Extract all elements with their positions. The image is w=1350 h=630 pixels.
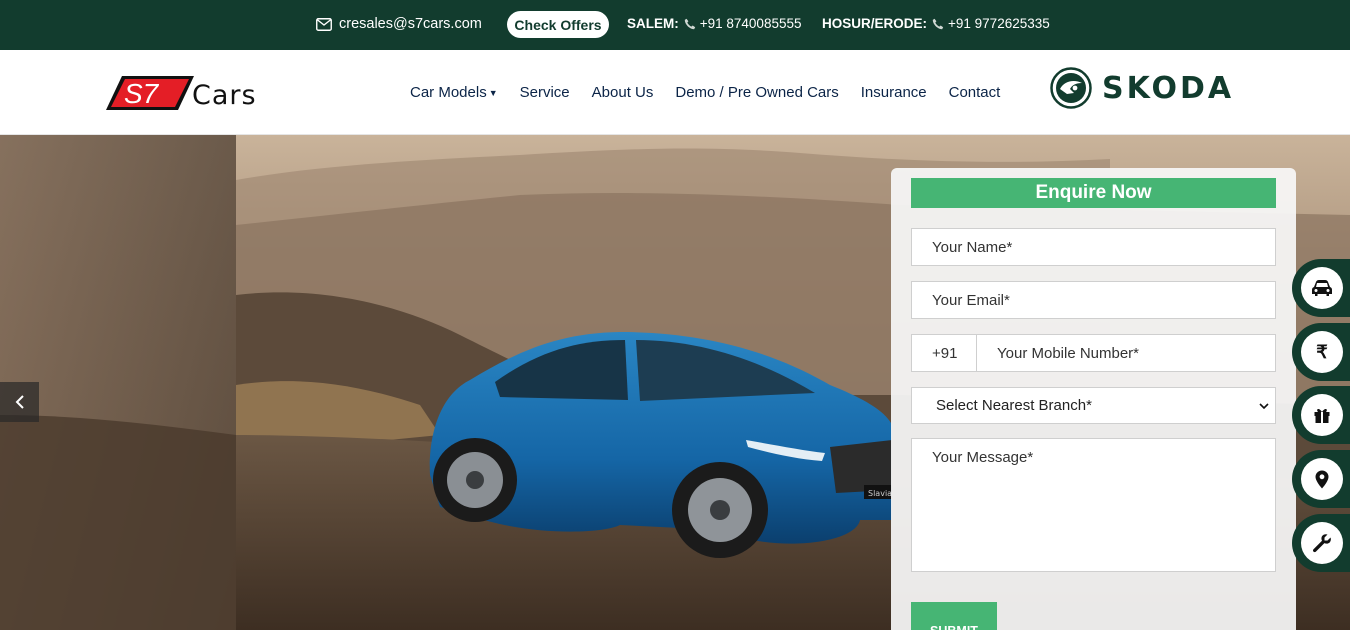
side-car-button[interactable] — [1292, 259, 1350, 317]
s7cars-logo[interactable]: S7 Cars — [106, 76, 286, 112]
branch-select[interactable]: Select Nearest Branch* — [911, 387, 1276, 424]
email-text: cresales@s7cars.com — [339, 16, 482, 32]
name-input[interactable]: Your Name* — [911, 228, 1276, 266]
form-title: Enquire Now — [911, 178, 1276, 208]
skoda-emblem-icon — [1050, 67, 1092, 109]
salem-label: SALEM: — [627, 16, 679, 31]
site-header: S7 Cars Car Models ▼ Service About Us Dem… — [0, 50, 1350, 135]
chevron-down-icon — [1259, 402, 1269, 409]
nav-car-models[interactable]: Car Models ▼ — [410, 84, 498, 101]
hosur-phone[interactable]: HOSUR/ERODE: +91 9772625335 — [822, 16, 1050, 31]
message-textarea[interactable]: Your Message* — [911, 438, 1276, 572]
hosur-number: +91 9772625335 — [948, 16, 1050, 31]
email-link[interactable]: cresales@s7cars.com — [316, 16, 482, 32]
submit-button[interactable]: SUBMIT — [911, 602, 997, 630]
side-location-button[interactable] — [1292, 450, 1350, 508]
wrench-icon — [1301, 522, 1343, 564]
logo-cars: Cars — [192, 80, 257, 111]
side-offers-button[interactable] — [1292, 386, 1350, 444]
phone-icon — [684, 18, 695, 29]
salem-phone[interactable]: SALEM: +91 8740085555 — [627, 16, 801, 31]
gift-icon — [1301, 394, 1343, 436]
rupee-icon: ₹ — [1301, 331, 1343, 373]
location-pin-icon — [1301, 458, 1343, 500]
nav-about-us[interactable]: About Us — [592, 84, 654, 101]
branch-select-value: Select Nearest Branch* — [936, 397, 1092, 414]
top-bar: cresales@s7cars.com Check Offers SALEM: … — [0, 0, 1350, 50]
side-price-button[interactable]: ₹ — [1292, 323, 1350, 381]
mobile-input[interactable]: Your Mobile Number* — [976, 334, 1276, 372]
carousel-prev-button[interactable] — [0, 382, 39, 422]
skoda-wordmark: SKODA — [1102, 70, 1235, 106]
nav-insurance[interactable]: Insurance — [861, 84, 927, 101]
country-code-field: +91 — [911, 334, 977, 372]
enquiry-form: Enquire Now Your Name* Your Email* +91 Y… — [891, 168, 1296, 630]
salem-number: +91 8740085555 — [699, 16, 802, 31]
nav-service[interactable]: Service — [520, 84, 570, 101]
main-nav: Car Models ▼ Service About Us Demo / Pre … — [410, 84, 1022, 101]
caret-down-icon: ▼ — [488, 87, 498, 98]
logo-s7: S7 — [124, 78, 160, 109]
nav-pre-owned[interactable]: Demo / Pre Owned Cars — [675, 84, 838, 101]
car-badge: Slavia — [868, 489, 892, 498]
check-offers-button[interactable]: Check Offers — [507, 11, 609, 38]
skoda-logo[interactable]: SKODA — [1050, 66, 1260, 110]
side-service-button[interactable] — [1292, 514, 1350, 572]
email-input[interactable]: Your Email* — [911, 281, 1276, 319]
car-icon — [1301, 267, 1343, 309]
nav-contact[interactable]: Contact — [949, 84, 1001, 101]
hosur-label: HOSUR/ERODE: — [822, 16, 928, 31]
mail-icon — [316, 17, 332, 31]
chevron-left-icon — [15, 395, 24, 409]
phone-icon — [932, 18, 944, 29]
nav-car-models-label: Car Models — [410, 84, 487, 101]
hero-banner: Slavia Enquire Now Your Name* Your Email… — [0, 135, 1350, 630]
